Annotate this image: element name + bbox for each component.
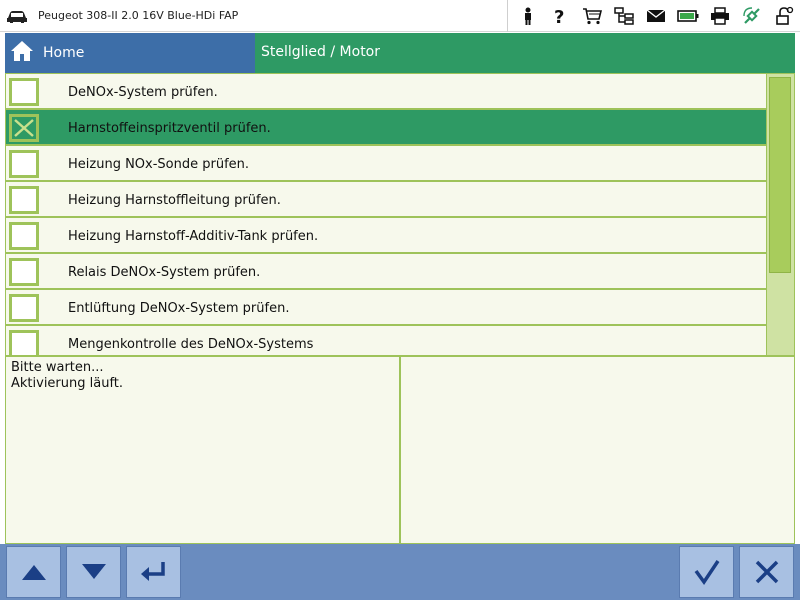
- close-icon: [755, 560, 778, 584]
- battery-icon: [672, 0, 704, 32]
- list-item-label: Heizung NOx-Sonde prüfen.: [68, 157, 250, 172]
- enter-icon: [140, 562, 165, 581]
- lock-icon[interactable]: [768, 0, 800, 32]
- breadcrumb: Home Stellglied / Motor: [5, 33, 795, 73]
- list-item-label: Entlüftung DeNOx-System prüfen.: [68, 301, 290, 316]
- list-item-selected[interactable]: Harnstoffeinspritzventil prüfen.: [6, 110, 768, 146]
- checkbox-checked[interactable]: [9, 114, 39, 142]
- mail-icon[interactable]: [640, 0, 672, 32]
- list-item-label: Harnstoffeinspritzventil prüfen.: [68, 121, 271, 136]
- scrollbar-thumb[interactable]: [769, 77, 791, 273]
- status-message-panel: Bitte warten... Aktivierung läuft.: [5, 356, 400, 544]
- vehicle-title: Peugeot 308-II 2.0 16V Blue-HDi FAP: [38, 9, 239, 22]
- checkbox[interactable]: [9, 150, 39, 178]
- list-item-label: Mengenkontrolle des DeNOx-Systems: [68, 337, 314, 352]
- top-icon-group: ?: [507, 0, 800, 32]
- list-item[interactable]: DeNOx-System prüfen.: [6, 74, 768, 110]
- list-item[interactable]: Heizung Harnstoffleitung prüfen.: [6, 182, 768, 218]
- enter-button[interactable]: [126, 546, 181, 598]
- home-label: Home: [43, 45, 85, 61]
- network-icon[interactable]: [608, 0, 640, 32]
- list-item-label: DeNOx-System prüfen.: [68, 85, 218, 100]
- cart-icon[interactable]: [576, 0, 608, 32]
- scroll-down-button[interactable]: [66, 546, 121, 598]
- list-item[interactable]: Mengenkontrolle des DeNOx-Systems: [6, 326, 768, 355]
- list-item[interactable]: Heizung NOx-Sonde prüfen.: [6, 146, 768, 182]
- list-item-label: Relais DeNOx-System prüfen.: [68, 265, 261, 280]
- home-tab[interactable]: Home: [5, 33, 255, 73]
- person-icon[interactable]: [512, 0, 544, 32]
- list-item[interactable]: Entlüftung DeNOx-System prüfen.: [6, 290, 768, 326]
- bottom-toolbar: [0, 544, 800, 600]
- checkbox[interactable]: [9, 294, 39, 322]
- confirm-button[interactable]: [679, 546, 734, 598]
- list-item-label: Heizung Harnstoffleitung prüfen.: [68, 193, 281, 208]
- list-item[interactable]: Relais DeNOx-System prüfen.: [6, 254, 768, 290]
- top-status-bar: Peugeot 308-II 2.0 16V Blue-HDi FAP ?: [0, 0, 800, 32]
- checkbox[interactable]: [9, 78, 39, 106]
- checkbox[interactable]: [9, 258, 39, 286]
- test-list: DeNOx-System prüfen. Harnstoffeinspritzv…: [5, 73, 795, 356]
- checkbox[interactable]: [9, 222, 39, 250]
- svg-text:?: ?: [554, 7, 564, 25]
- current-page-label: Stellglied / Motor: [261, 44, 381, 60]
- status-message-line: Bitte warten...: [11, 360, 104, 375]
- checkbox[interactable]: [9, 330, 39, 355]
- scrollbar[interactable]: [766, 74, 794, 355]
- checkbox[interactable]: [9, 186, 39, 214]
- help-icon[interactable]: ?: [544, 0, 576, 32]
- down-arrow-icon: [81, 564, 106, 579]
- up-arrow-icon: [21, 565, 46, 580]
- scroll-up-button[interactable]: [6, 546, 61, 598]
- list-item-label: Heizung Harnstoff-Additiv-Tank prüfen.: [68, 229, 319, 244]
- car-icon: [6, 9, 28, 28]
- list-item[interactable]: Heizung Harnstoff-Additiv-Tank prüfen.: [6, 218, 768, 254]
- home-icon: [9, 39, 35, 67]
- connection-icon[interactable]: [736, 0, 768, 32]
- info-panel: [400, 356, 795, 544]
- check-x-icon: [14, 119, 34, 137]
- printer-icon[interactable]: [704, 0, 736, 32]
- cancel-button[interactable]: [739, 546, 794, 598]
- status-message-line: Aktivierung läuft.: [11, 376, 124, 391]
- check-icon: [694, 560, 719, 586]
